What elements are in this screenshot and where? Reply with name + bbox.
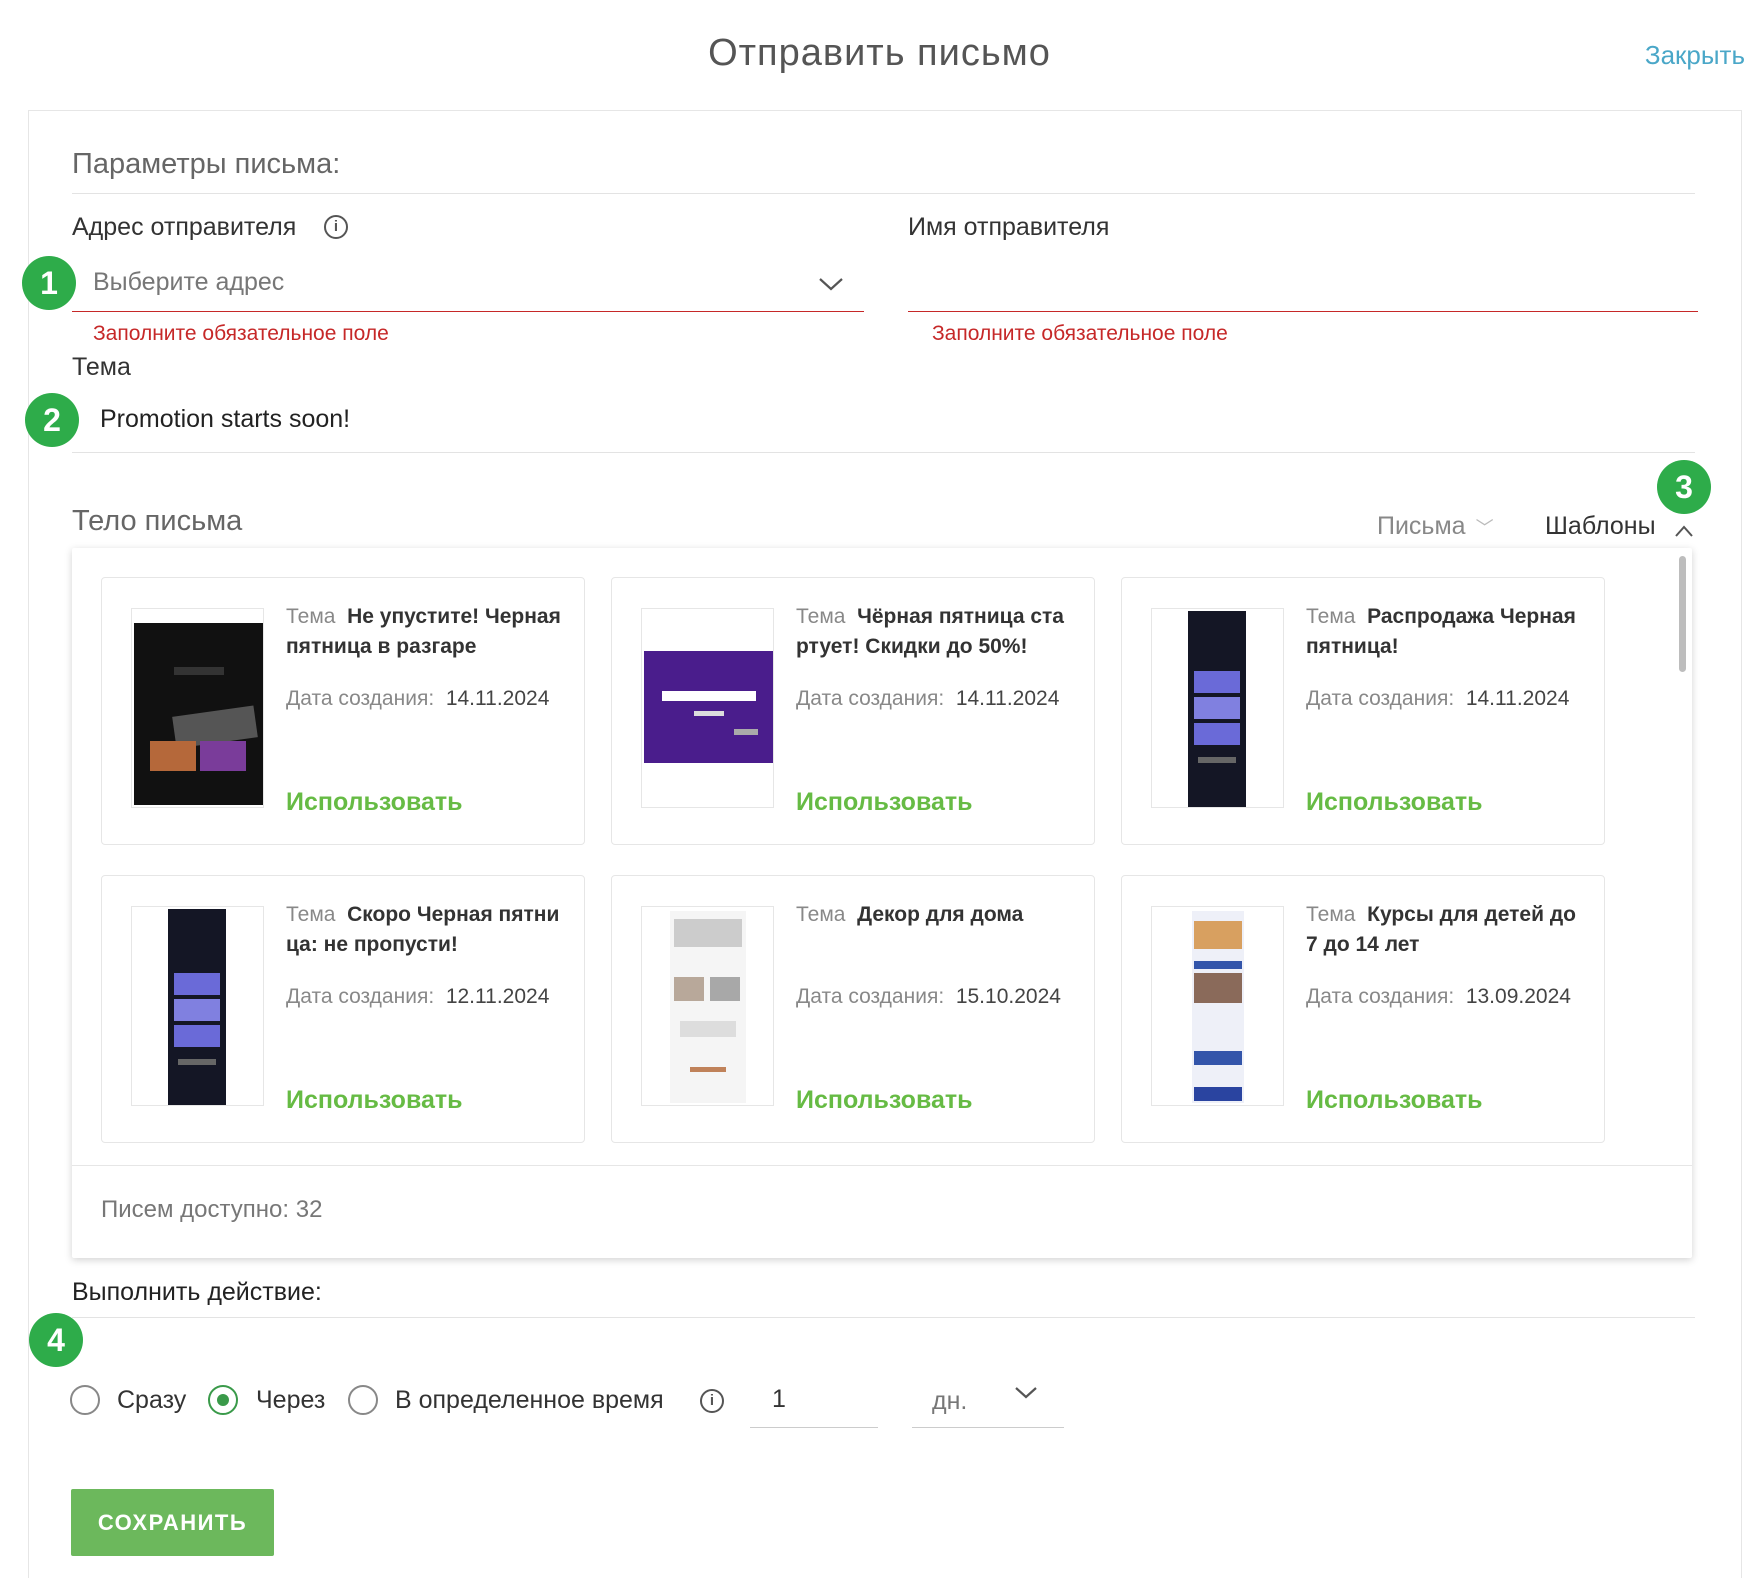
template-card: Тема Распродажа Черная пятница! Дата соз… bbox=[1121, 577, 1605, 845]
step-badge-3: 3 bbox=[1657, 460, 1711, 514]
template-info: Тема Скоро Черная пятница: не пропусти! … bbox=[286, 900, 566, 1012]
radio-after-label[interactable]: Через bbox=[256, 1386, 325, 1415]
sender-name-error: Заполните обязательное поле bbox=[932, 322, 1228, 345]
subject-key: Тема bbox=[796, 605, 846, 628]
divider bbox=[72, 1165, 1692, 1166]
scrollbar[interactable] bbox=[1679, 556, 1686, 672]
sender-address-select[interactable]: Выберите адрес bbox=[93, 268, 284, 297]
template-date: 14.11.2024 bbox=[955, 687, 1060, 710]
step-badge-4: 4 bbox=[29, 1313, 83, 1367]
template-thumbnail bbox=[131, 608, 264, 808]
template-date: 12.11.2024 bbox=[445, 985, 550, 1008]
subject-label: Тема bbox=[72, 353, 131, 381]
use-template-button[interactable]: Использовать bbox=[1306, 1086, 1483, 1115]
delay-unit-value: дн. bbox=[932, 1387, 968, 1415]
subject-underline bbox=[72, 452, 1695, 453]
template-card: Тема Курсы для детей до 7 до 14 лет Дата… bbox=[1121, 875, 1605, 1143]
use-template-button[interactable]: Использовать bbox=[286, 1086, 463, 1115]
chevron-down-icon: ﹀ bbox=[1475, 518, 1494, 538]
sender-name-underline bbox=[908, 311, 1698, 312]
sender-address-error: Заполните обязательное поле bbox=[93, 322, 389, 345]
template-card: Тема Скоро Черная пятница: не пропусти! … bbox=[101, 875, 585, 1143]
template-thumbnail bbox=[1151, 906, 1284, 1106]
date-key: Дата создания: bbox=[796, 985, 945, 1008]
template-info: Тема Распродажа Черная пятница! Дата соз… bbox=[1306, 602, 1586, 714]
template-card: Тема Декор для дома Дата создания: 15.10… bbox=[611, 875, 1095, 1143]
chevron-down-icon[interactable] bbox=[1014, 1385, 1038, 1400]
save-button[interactable]: СОХРАНИТЬ bbox=[71, 1489, 274, 1556]
radio-immediately[interactable] bbox=[70, 1385, 100, 1415]
sender-name-input[interactable] bbox=[908, 256, 1698, 310]
template-date: 14.11.2024 bbox=[1465, 687, 1570, 710]
template-info: Тема Не упустите! Черная пятница в разга… bbox=[286, 602, 566, 714]
close-link[interactable]: Закрыть bbox=[1645, 40, 1745, 71]
radio-immediately-label[interactable]: Сразу bbox=[117, 1386, 186, 1415]
subject-key: Тема bbox=[1306, 903, 1356, 926]
info-icon[interactable]: i bbox=[324, 215, 348, 239]
body-label: Тело письма bbox=[72, 505, 243, 537]
template-subject: Декор для дома bbox=[857, 903, 1024, 926]
params-section-title: Параметры письма: bbox=[72, 148, 341, 180]
sender-address-label: Адрес отправителя bbox=[72, 213, 297, 241]
use-template-button[interactable]: Использовать bbox=[1306, 788, 1483, 817]
tab-templates-label: Шаблоны bbox=[1545, 512, 1656, 540]
subject-input[interactable]: Promotion starts soon! bbox=[100, 405, 350, 434]
sender-name-label: Имя отправителя bbox=[908, 213, 1110, 241]
date-key: Дата создания: bbox=[796, 687, 945, 710]
tab-letters[interactable]: Письма ﹀ bbox=[1377, 512, 1494, 541]
date-key: Дата создания: bbox=[1306, 985, 1455, 1008]
delay-unit-select[interactable]: дн. bbox=[912, 1382, 1064, 1428]
template-date: 13.09.2024 bbox=[1465, 985, 1571, 1008]
template-info: Тема Чёрная пятница стартует! Скидки до … bbox=[796, 602, 1076, 714]
template-thumbnail bbox=[641, 608, 774, 808]
delay-value-input[interactable]: 1 bbox=[750, 1382, 878, 1428]
use-template-button[interactable]: Использовать bbox=[286, 788, 463, 817]
info-icon[interactable]: i bbox=[700, 1389, 724, 1413]
tab-templates[interactable]: Шаблоны bbox=[1545, 512, 1656, 541]
template-thumbnail bbox=[1151, 608, 1284, 808]
radio-scheduled[interactable] bbox=[348, 1385, 378, 1415]
available-count: Писем доступно: 32 bbox=[101, 1196, 323, 1223]
date-key: Дата создания: bbox=[286, 687, 435, 710]
tab-letters-label: Письма bbox=[1377, 512, 1466, 540]
step-badge-1: 1 bbox=[22, 256, 76, 310]
page-title: Отправить письмо bbox=[708, 32, 1051, 74]
chevron-up-icon[interactable] bbox=[1674, 524, 1694, 538]
templates-list: Тема Не упустите! Черная пятница в разга… bbox=[72, 548, 1692, 1258]
use-template-button[interactable]: Использовать bbox=[796, 1086, 973, 1115]
template-card: Тема Не упустите! Черная пятница в разга… bbox=[101, 577, 585, 845]
template-thumbnail bbox=[131, 906, 264, 1106]
action-title: Выполнить действие: bbox=[72, 1278, 322, 1306]
template-info: Тема Курсы для детей до 7 до 14 лет Дата… bbox=[1306, 900, 1586, 1012]
subject-key: Тема bbox=[286, 605, 336, 628]
use-template-button[interactable]: Использовать bbox=[796, 788, 973, 817]
subject-key: Тема bbox=[796, 903, 846, 926]
subject-key: Тема bbox=[1306, 605, 1356, 628]
template-date: 15.10.2024 bbox=[955, 985, 1061, 1008]
divider bbox=[72, 1317, 1695, 1318]
radio-scheduled-label[interactable]: В определенное время bbox=[395, 1386, 664, 1415]
template-date: 14.11.2024 bbox=[445, 687, 550, 710]
template-thumbnail bbox=[641, 906, 774, 1106]
template-card: Тема Чёрная пятница стартует! Скидки до … bbox=[611, 577, 1095, 845]
step-badge-2: 2 bbox=[25, 393, 79, 447]
radio-after[interactable] bbox=[208, 1385, 238, 1415]
date-key: Дата создания: bbox=[286, 985, 435, 1008]
chevron-down-icon[interactable] bbox=[818, 276, 844, 292]
template-info: Тема Декор для дома Дата создания: 15.10… bbox=[796, 900, 1076, 1012]
subject-key: Тема bbox=[286, 903, 336, 926]
divider bbox=[72, 193, 1695, 194]
date-key: Дата создания: bbox=[1306, 687, 1455, 710]
sender-address-underline bbox=[72, 311, 864, 312]
